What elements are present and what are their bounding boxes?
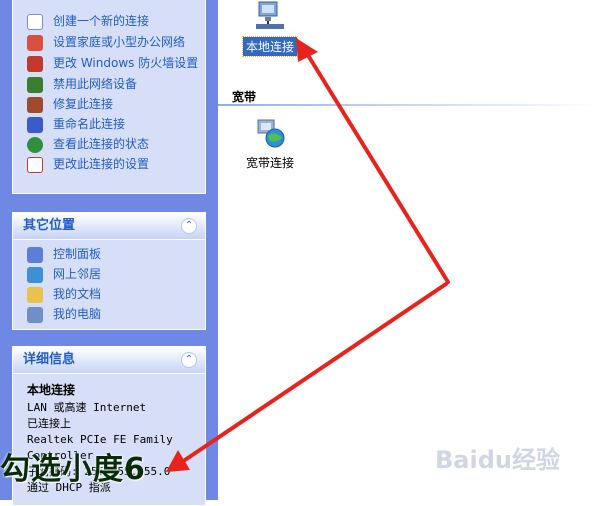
arrow-to-details [166,282,448,472]
overlay-caption: 勾选小度6 [0,452,146,487]
arrow-to-local-connection [296,38,450,284]
baidu-watermark: Baidu经验 [435,446,560,474]
annotation-arrows [166,38,450,472]
